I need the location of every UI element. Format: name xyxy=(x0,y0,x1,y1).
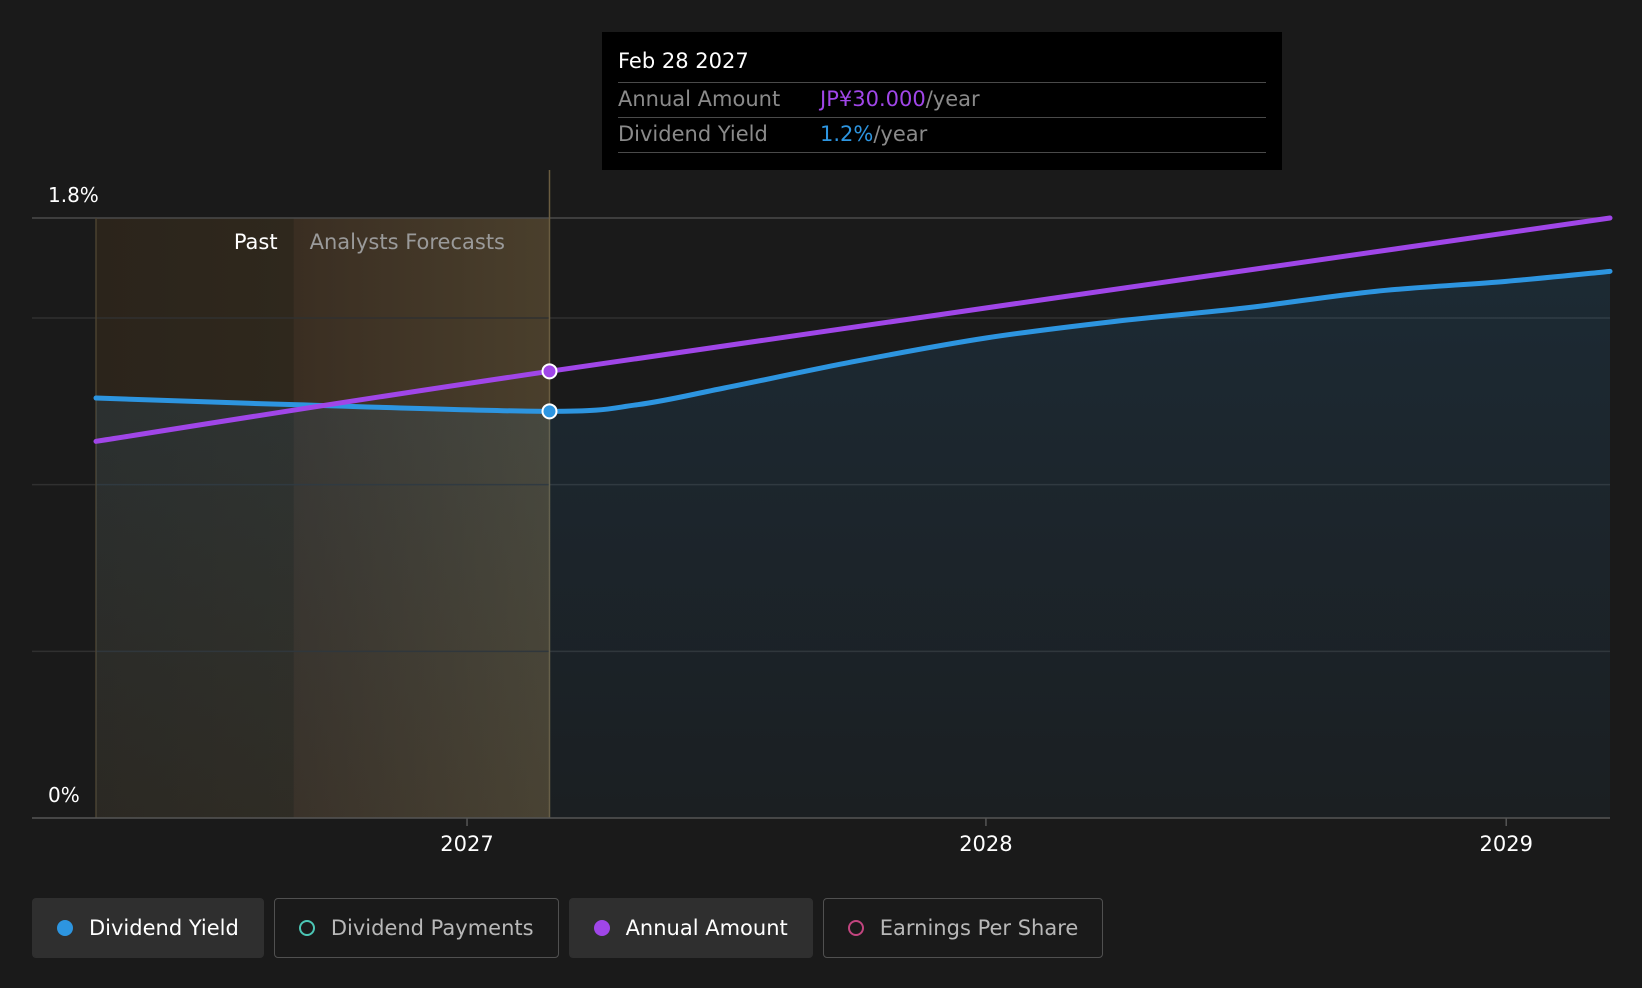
tooltip-unit: /year xyxy=(873,122,928,146)
tooltip-value: JP¥30.000 xyxy=(820,87,926,111)
legend-label: Dividend Payments xyxy=(330,916,534,940)
tooltip-label: Dividend Yield xyxy=(618,122,768,146)
chart-legend: Dividend Yield Dividend Payments Annual … xyxy=(32,898,1104,958)
tooltip-row-annual-amount: Annual Amount JP¥30.000 /year xyxy=(618,83,1266,118)
tooltip-value: 1.2% xyxy=(820,122,874,146)
legend-label: Annual Amount xyxy=(625,916,788,940)
legend-item-annual-amount[interactable]: Annual Amount xyxy=(568,898,813,958)
legend-dot-icon xyxy=(298,920,315,936)
legend-item-earnings-per-share[interactable]: Earnings Per Share xyxy=(822,898,1104,958)
legend-dot-icon xyxy=(847,920,864,936)
legend-item-dividend-payments[interactable]: Dividend Payments xyxy=(273,898,559,958)
tooltip-unit: /year xyxy=(925,87,980,111)
legend-dot-icon xyxy=(593,920,610,936)
tooltip-date: Feb 28 2027 xyxy=(618,46,1266,83)
dividend-chart-widget: 0% 1.8% 2027 2028 2029 Past Analysts Forecasts… xyxy=(0,0,1642,988)
y-tick-label: 1.8% xyxy=(48,183,99,207)
annual-amount-hover-point xyxy=(541,363,558,380)
legend-dot-icon xyxy=(57,920,73,936)
legend-label: Earnings Per Share xyxy=(879,916,1079,940)
y-tick-label: 0% xyxy=(48,783,80,807)
x-tick-label: 2028 xyxy=(959,832,1012,856)
legend-item-dividend-yield[interactable]: Dividend Yield xyxy=(32,898,264,958)
x-tick-label: 2029 xyxy=(1479,832,1532,856)
dividend-yield-hover-point xyxy=(541,403,558,420)
tooltip-label: Annual Amount xyxy=(618,87,781,111)
past-label: Past xyxy=(234,230,278,254)
legend-label: Dividend Yield xyxy=(89,916,239,940)
x-tick-label: 2027 xyxy=(440,832,493,856)
chart-tooltip: Feb 28 2027 Annual Amount JP¥30.000 /yea… xyxy=(602,32,1282,170)
forecast-label: Analysts Forecasts xyxy=(310,230,505,254)
tooltip-row-dividend-yield: Dividend Yield 1.2% /year xyxy=(618,118,1266,153)
